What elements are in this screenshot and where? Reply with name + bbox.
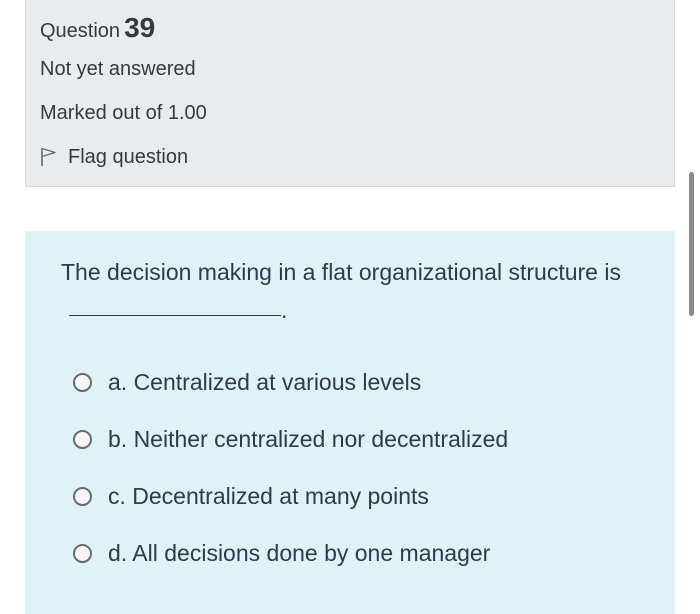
radio-option-a[interactable] <box>73 372 92 392</box>
answer-option-c[interactable]: c. Decentralized at many points <box>73 480 429 512</box>
radio-option-d[interactable] <box>73 543 92 563</box>
flag-question-link[interactable]: Flag question <box>40 144 188 170</box>
question-label: Question <box>40 20 121 42</box>
question-content: The decision making in a flat organizati… <box>25 231 675 614</box>
answer-option-c-label: c. Decentralized at many points <box>108 482 429 509</box>
radio-option-c[interactable] <box>73 486 92 506</box>
answer-option-d-label: d. All decisions done by one manager <box>108 539 491 566</box>
radio-option-b[interactable] <box>73 429 92 449</box>
flag-question-label: Flag question <box>68 145 189 168</box>
answer-blank <box>69 315 281 317</box>
question-grade: Marked out of 1.00 <box>40 102 207 124</box>
question-number-value: 39 <box>124 12 156 43</box>
question-state: Not yet answered <box>40 58 196 80</box>
answer-option-a[interactable]: a. Centralized at various levels <box>73 366 421 398</box>
scrollbar[interactable] <box>689 172 694 316</box>
answer-option-a-label: a. Centralized at various levels <box>108 368 422 395</box>
question-info-panel: Question 39 Not yet answered Marked out o… <box>25 0 675 187</box>
answer-option-b[interactable]: b. Neither centralized nor decentralized <box>73 423 508 455</box>
question-number: Question 39 <box>40 12 155 44</box>
question-text: The decision making in a flat organizati… <box>61 253 621 329</box>
answer-option-b-label: b. Neither centralized nor decentralized <box>108 425 509 452</box>
question-text-end: . <box>281 297 288 323</box>
question-text-body: The decision making in a flat organizati… <box>61 259 621 285</box>
answer-option-d[interactable]: d. All decisions done by one manager <box>73 537 490 569</box>
flag-icon <box>41 147 56 166</box>
